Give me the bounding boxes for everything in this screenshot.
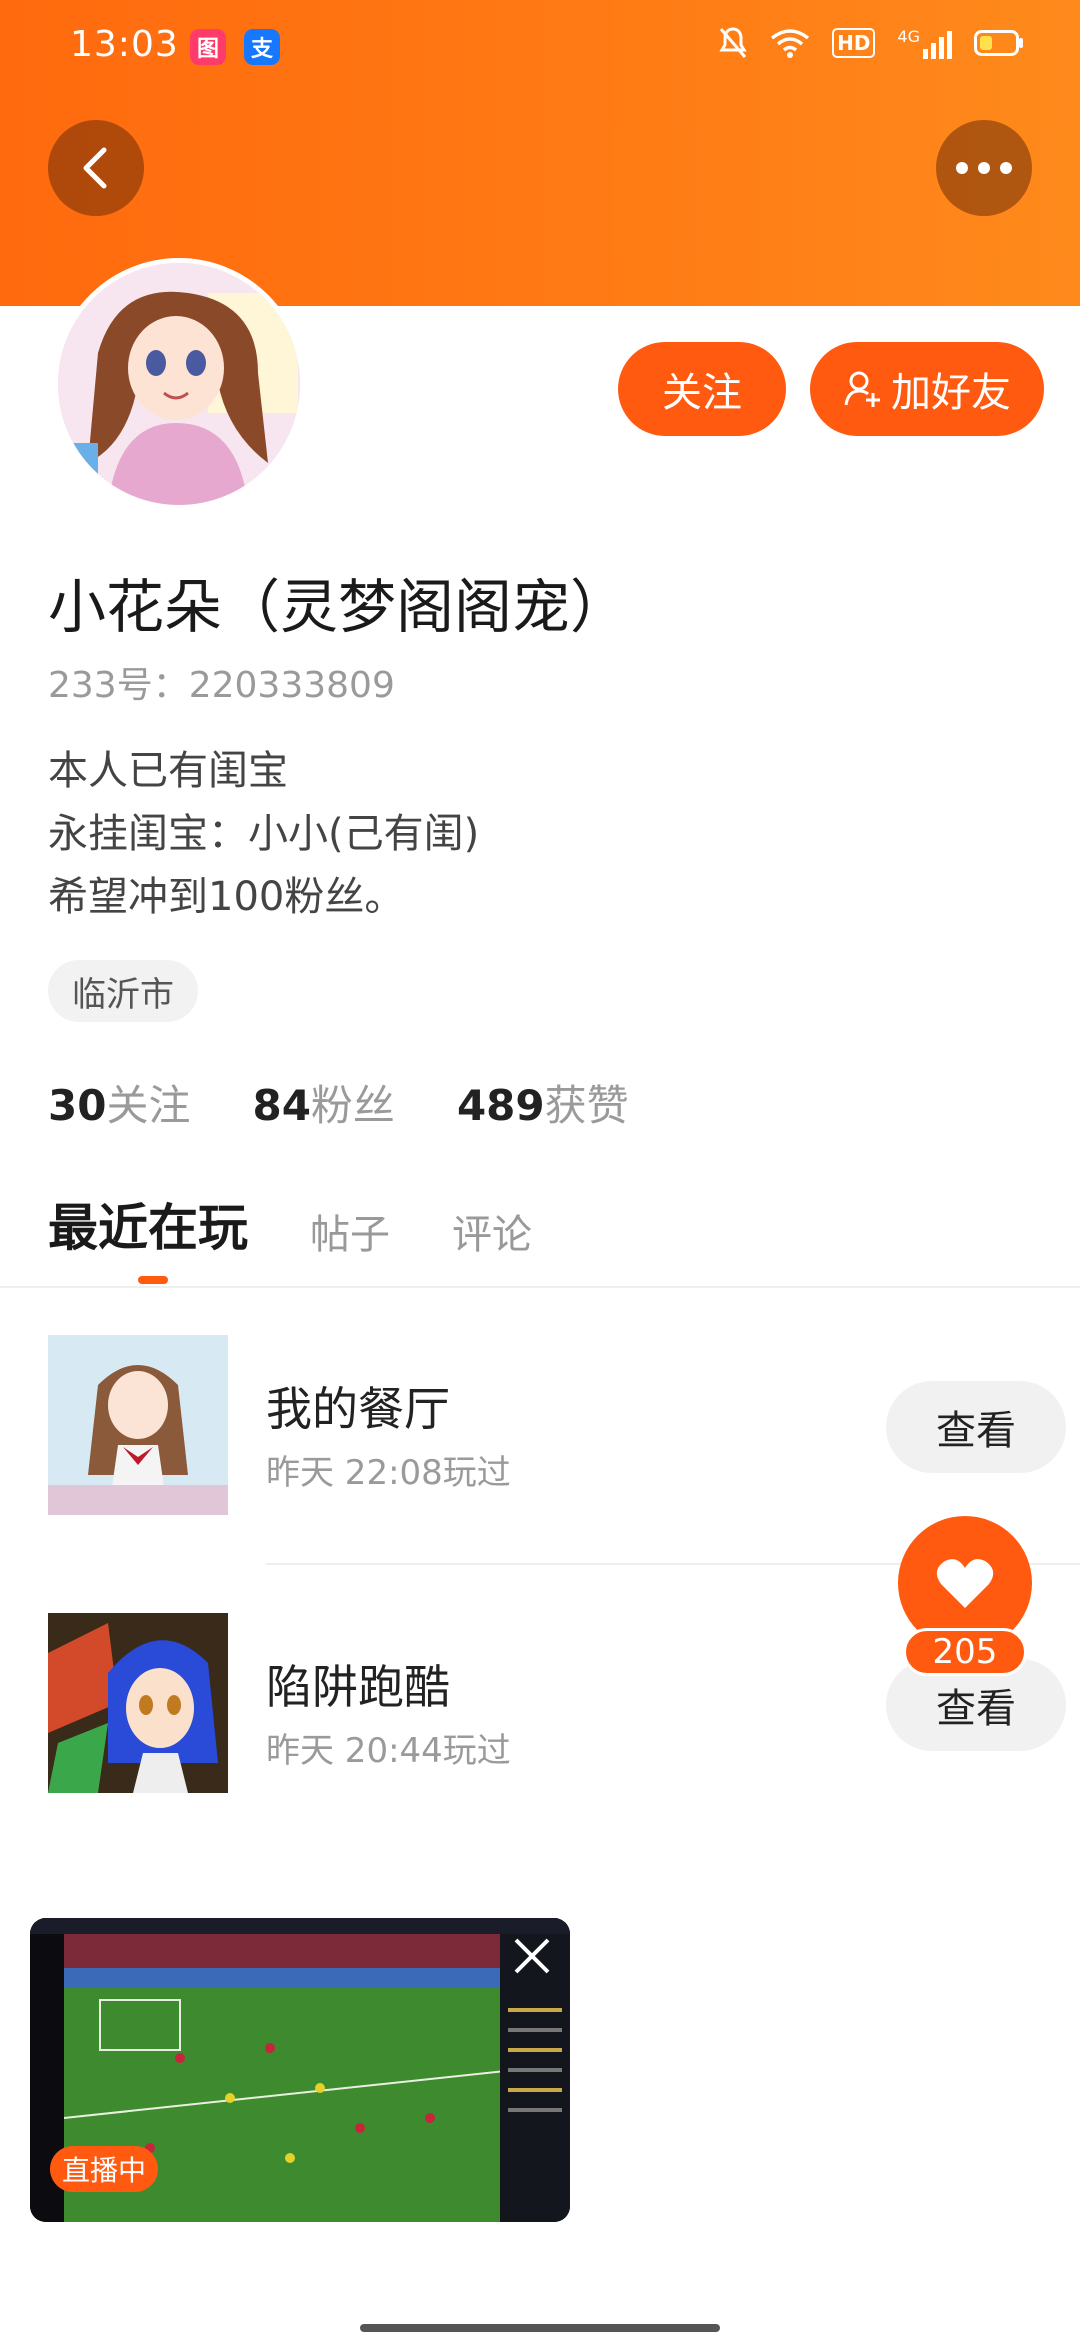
tab-recently-played[interactable]: 最近在玩 bbox=[48, 1188, 248, 1260]
game-title: 陷阱跑酷 bbox=[266, 1660, 450, 1714]
game-thumbnail bbox=[48, 1613, 228, 1793]
app-notification-icon: 图 bbox=[190, 29, 226, 65]
add-friend-label: 加好友 bbox=[891, 370, 1011, 416]
active-tab-indicator bbox=[138, 1276, 168, 1284]
avatar[interactable] bbox=[53, 258, 305, 510]
stat-number: 30 bbox=[48, 1081, 107, 1130]
close-mini-player-button[interactable] bbox=[502, 1926, 562, 1986]
wifi-icon bbox=[771, 29, 810, 58]
stat-label: 关注 bbox=[106, 1081, 191, 1130]
bio-line: 希望冲到100粉丝。 bbox=[48, 874, 405, 920]
like-count-badge: 205 bbox=[903, 1628, 1027, 1676]
stat-likes[interactable]: 489获赞 bbox=[457, 1072, 629, 1133]
status-time: 13:03 bbox=[70, 24, 179, 65]
home-indicator[interactable] bbox=[360, 2324, 720, 2332]
list-item[interactable]: 陷阱跑酷 昨天 20:44玩过 查看 bbox=[48, 1613, 1066, 1793]
signal-icon: 4G bbox=[897, 27, 952, 59]
live-badge: 直播中 bbox=[50, 2146, 159, 2192]
list-item[interactable]: 我的餐厅 昨天 22:08玩过 查看 bbox=[48, 1335, 1066, 1515]
bio-line: 永挂闺宝：小小(己有闺) bbox=[48, 811, 480, 857]
parkour-game-cover-image bbox=[48, 1613, 228, 1793]
network-type-label: 4G bbox=[897, 27, 920, 46]
add-user-icon bbox=[844, 371, 880, 407]
anime-girl-avatar-image bbox=[58, 263, 300, 505]
game-thumbnail bbox=[48, 1335, 228, 1515]
stat-label: 粉丝 bbox=[310, 1081, 395, 1130]
game-last-played: 昨天 22:08玩过 bbox=[266, 1453, 511, 1493]
profile-bio: 本人已有闺宝 永挂闺宝：小小(己有闺) 希望冲到100粉丝。 bbox=[48, 740, 479, 929]
back-button[interactable] bbox=[48, 120, 144, 216]
stat-followers[interactable]: 84粉丝 bbox=[252, 1072, 394, 1133]
divider bbox=[0, 1286, 1080, 1288]
tab-posts[interactable]: 帖子 bbox=[310, 1202, 390, 1260]
bell-muted-icon bbox=[719, 27, 747, 58]
stat-label: 获赞 bbox=[544, 1081, 629, 1130]
follow-label: 关注 bbox=[662, 370, 742, 416]
game-last-played: 昨天 20:44玩过 bbox=[266, 1731, 511, 1771]
stat-number: 84 bbox=[252, 1081, 311, 1130]
profile-tabs: 最近在玩 帖子 评论 bbox=[48, 1188, 532, 1260]
bio-line: 本人已有闺宝 bbox=[48, 748, 288, 794]
status-bar: 13:03 图 支 HD 4G bbox=[0, 0, 1080, 96]
tab-comments[interactable]: 评论 bbox=[452, 1202, 532, 1260]
close-icon bbox=[514, 1938, 550, 1974]
view-game-button[interactable]: 查看 bbox=[886, 1381, 1066, 1473]
more-dots-icon bbox=[956, 162, 1012, 174]
mini-live-player[interactable]: 直播中 bbox=[30, 1918, 570, 2222]
chevron-left-icon bbox=[83, 147, 107, 189]
more-options-button[interactable] bbox=[936, 120, 1032, 216]
stat-following[interactable]: 30关注 bbox=[48, 1072, 190, 1133]
profile-stats: 30关注 84粉丝 489获赞 bbox=[48, 1072, 629, 1133]
heart-icon bbox=[936, 1559, 994, 1608]
battery-icon bbox=[974, 30, 1023, 56]
stat-number: 489 bbox=[456, 1081, 545, 1130]
status-icons: HD 4G bbox=[718, 26, 1024, 60]
hd-icon: HD bbox=[832, 28, 876, 58]
location-tag: 临沂市 bbox=[48, 960, 198, 1022]
follow-button[interactable]: 关注 bbox=[618, 342, 786, 436]
add-friend-button[interactable]: 加好友 bbox=[810, 342, 1044, 436]
alipay-notification-icon: 支 bbox=[244, 29, 280, 65]
profile-user-id: 233号：220333809 bbox=[48, 665, 395, 706]
profile-nickname: 小花朵（灵梦阁阁宠） bbox=[48, 573, 629, 641]
game-title: 我的餐厅 bbox=[266, 1382, 450, 1436]
restaurant-game-cover-image bbox=[48, 1335, 228, 1515]
